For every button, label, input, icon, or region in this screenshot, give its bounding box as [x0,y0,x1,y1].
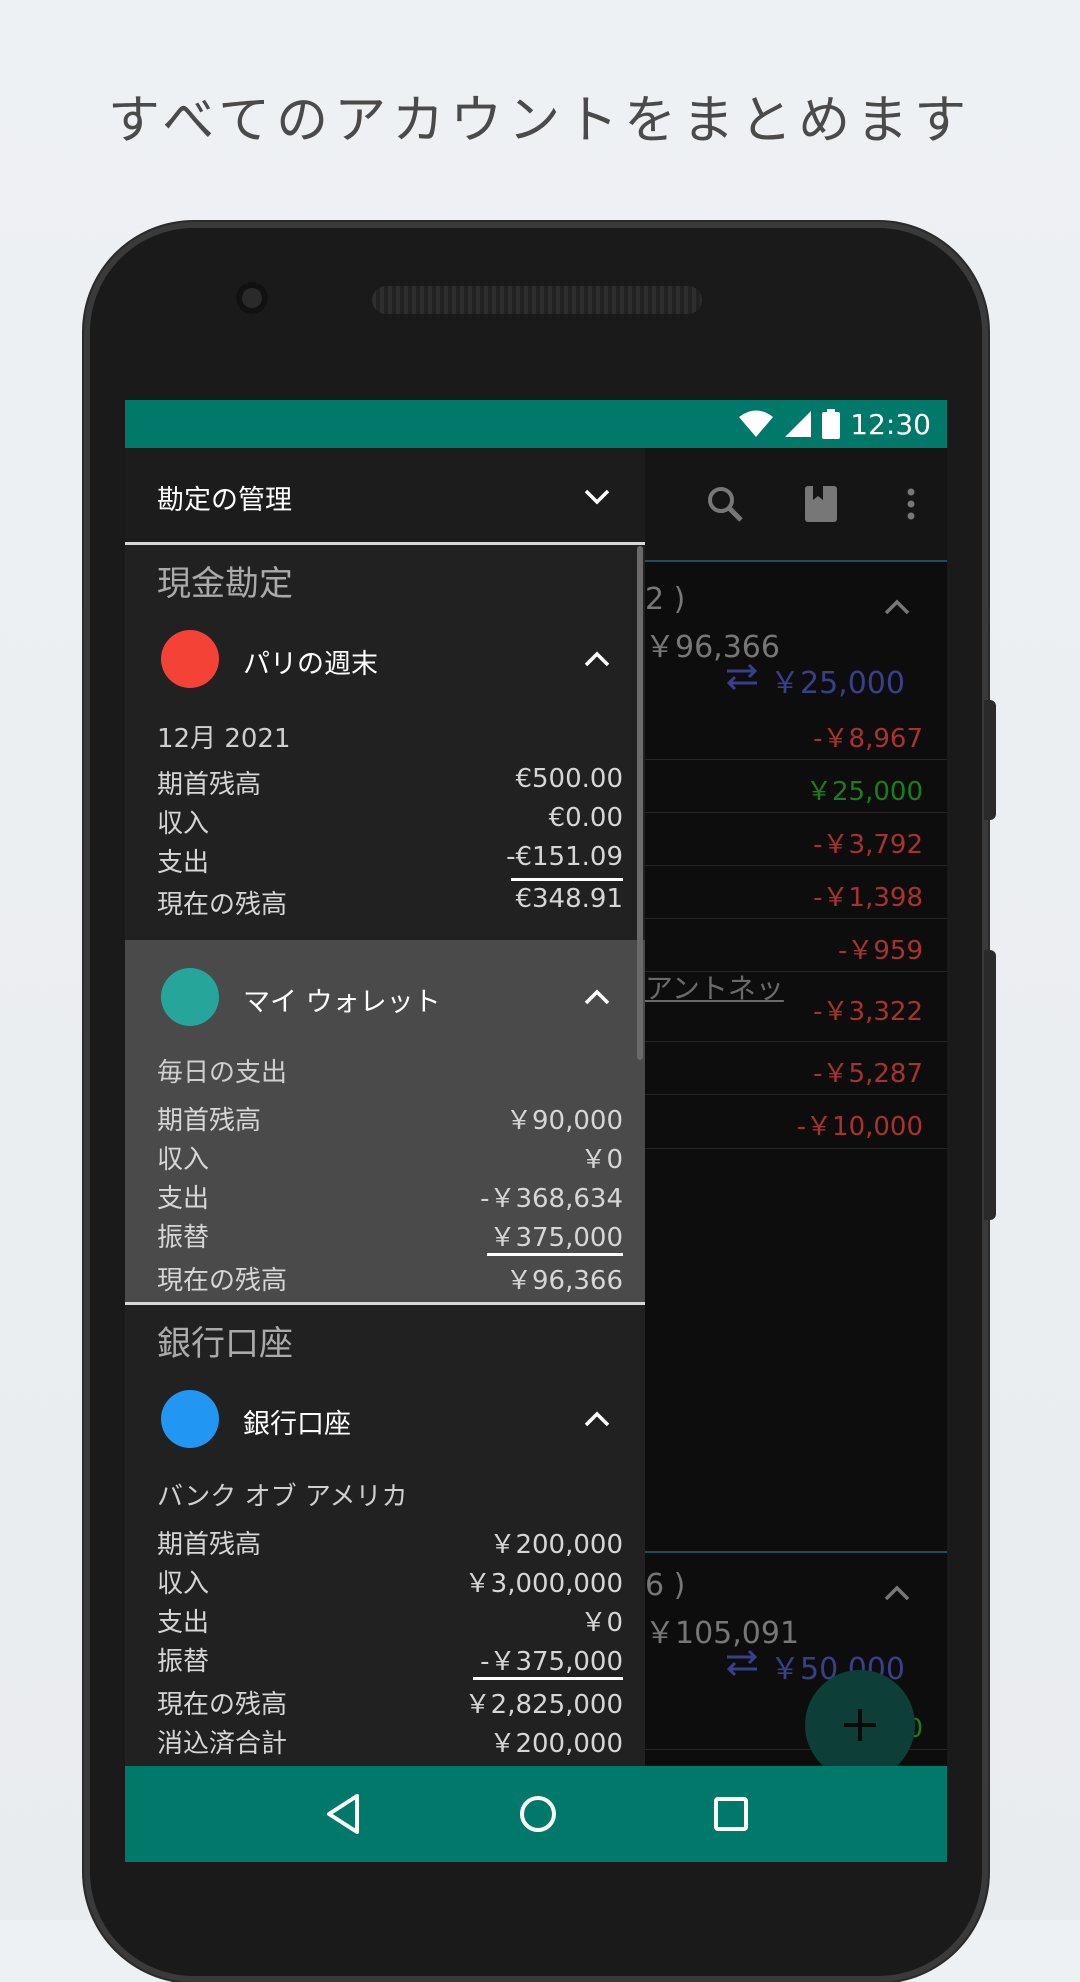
chevron-down-icon[interactable] [583,488,611,506]
transaction-amount: -￥1,398 [813,883,923,913]
transaction-amount: -￥8,967 [813,724,923,754]
status-bar: 12:30 [125,400,947,448]
transaction-amount: -￥5,287 [813,1059,923,1089]
balance-row: 期首残高 ￥90,000 [157,1106,623,1136]
balance-row: 消込済合計 ￥200,000 [157,1729,623,1759]
account-item[interactable]: パリの週末 12月 2021 期首残高 €500.00 収入 €0.00 支出 -€1… [125,596,645,932]
account-name: マイ ウォレット [243,987,441,1018]
group-balance: ￥96,366 [645,630,780,665]
volume-button [984,700,996,820]
balance-row: 支出 -€151.09 [157,842,623,878]
add-transaction-button[interactable] [805,1670,915,1780]
earpiece-speaker [372,286,702,314]
headline: すべてのアカウントをまとめます [107,91,973,151]
account-item[interactable]: 銀行口座 バンク オブ アメリカ 期首残高 ￥200,000 収入 ￥3,000,0… [125,1358,645,1766]
balance-row: 振替 ￥375,000 [157,1223,623,1253]
balance-row: 期首残高 €500.00 [157,764,623,800]
signal-icon [785,411,812,437]
transaction-amount: -￥3,792 [813,830,923,860]
transaction-payee-link[interactable]: アントネッ [645,967,784,1007]
plus-icon [844,1709,876,1741]
back-icon[interactable] [323,1792,363,1836]
chevron-up-icon[interactable] [583,650,611,668]
transaction-amount: -￥10,000 [796,1112,923,1142]
group-count: 2 ) [645,582,686,617]
transaction-amount: -￥959 [837,936,923,966]
system-nav-bar [125,1766,947,1862]
power-button [984,950,996,1220]
drawer-scrollbar[interactable] [637,546,643,1060]
transaction-amount: ￥25,000 [806,777,923,807]
account-subtitle: バンク オブ アメリカ [157,1482,408,1512]
sum-underline [487,1253,623,1256]
navigation-drawer: 勘定の管理 現金勘定 パリの週末 12月 2021 期首残高 €500.00 収入… [125,448,645,1766]
wifi-icon [739,410,774,437]
account-color-dot [161,1390,219,1448]
transaction-amount: -￥3,322 [813,997,923,1027]
account-subtitle: 毎日の支出 [157,1058,288,1088]
account-color-dot [161,968,219,1026]
balance-row: 現在の残高 ￥96,366 [157,1266,623,1296]
balance-row: 支出 -￥368,634 [157,1184,623,1214]
search-icon[interactable] [705,484,745,524]
transfer-icon [726,1649,758,1677]
status-time: 12:30 [850,407,931,441]
sum-underline [473,1677,623,1680]
more-vert-icon[interactable] [891,484,931,524]
balance-row: 期首残高 ￥200,000 [157,1530,623,1560]
bookmark-book-icon[interactable] [801,484,841,524]
chevron-up-icon[interactable] [883,1584,911,1602]
chevron-up-icon[interactable] [883,598,911,616]
balance-row: 収入 ￥3,000,000 [157,1569,623,1599]
chevron-up-icon[interactable] [583,1410,611,1428]
battery-icon [822,409,841,439]
sum-underline [511,878,623,881]
balance-row: 振替 -￥375,000 [157,1647,623,1677]
drawer-title: 勘定の管理 [157,485,292,516]
screen: 12:30 2 ) ￥96,366 ￥25,000 -￥8,967 ￥25,000… [125,400,947,1862]
balance-row: 現在の残高 €348.91 [157,884,623,920]
account-name: 銀行口座 [243,1409,351,1440]
account-subtitle: 12月 2021 [157,724,291,754]
group-count: 6 ) [645,1568,686,1603]
group-transfer: ￥25,000 [770,666,905,701]
balance-row: 現在の残高 ￥2,825,000 [157,1690,623,1720]
drawer-header[interactable]: 勘定の管理 [125,448,645,545]
account-item-selected[interactable]: マイ ウォレット 毎日の支出 期首残高 ￥90,000 収入 ￥0 支出 -￥368,… [125,940,645,1302]
transfer-icon [726,663,758,691]
balance-row: 収入 ￥0 [157,1145,623,1175]
front-camera [236,282,268,314]
account-name: パリの週末 [243,649,378,680]
home-icon[interactable] [518,1794,558,1834]
recents-icon[interactable] [713,1796,749,1832]
chevron-up-icon[interactable] [583,988,611,1006]
balance-row: 収入 €0.00 [157,803,623,839]
balance-row: 支出 ￥0 [157,1608,623,1638]
account-color-dot [161,630,219,688]
section-divider [125,1302,645,1305]
